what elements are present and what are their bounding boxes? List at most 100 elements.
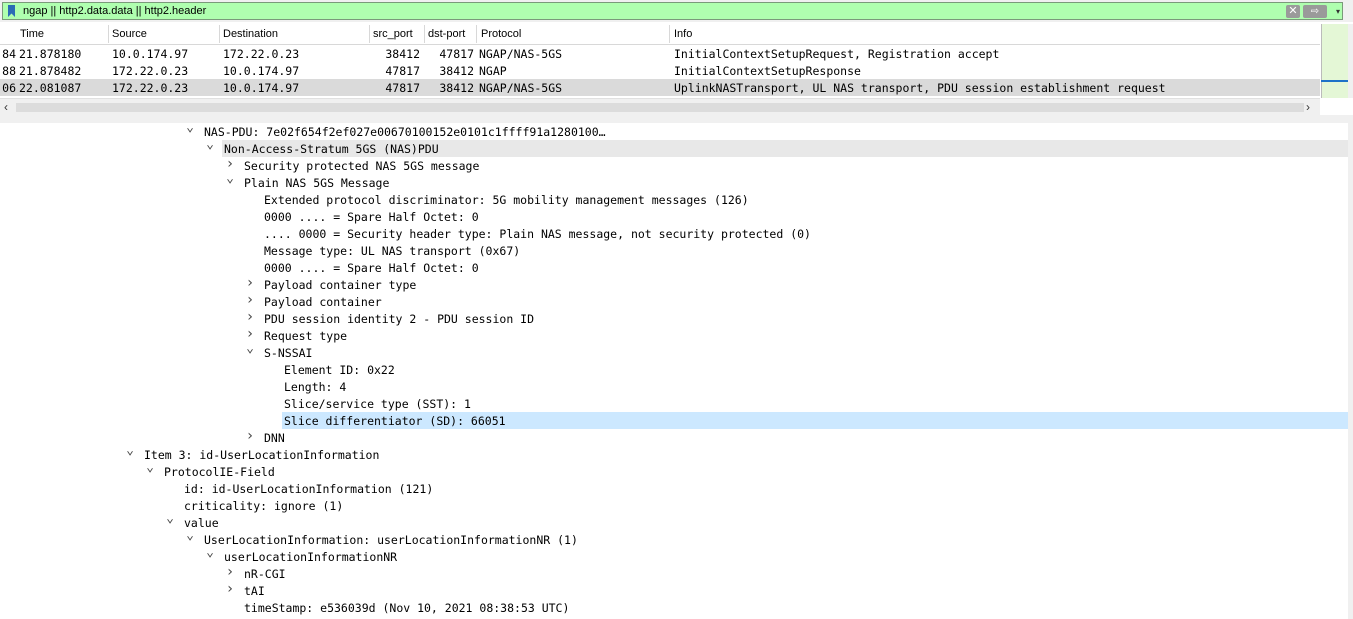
- tree-node-label: Payload container: [264, 295, 382, 309]
- collapsed-chevron-icon[interactable]: ›: [244, 428, 256, 444]
- tree-node-label: Request type: [264, 329, 348, 343]
- tree-node-label: criticality: ignore (1): [184, 499, 344, 513]
- expanded-chevron-icon[interactable]: ⌄: [244, 341, 256, 356]
- clear-filter-icon[interactable]: ✕: [1286, 5, 1300, 18]
- apply-filter-icon[interactable]: ⇨: [1303, 5, 1327, 18]
- expanded-chevron-icon[interactable]: ⌄: [164, 511, 176, 526]
- tree-node-label: NAS-PDU: 7e02f654f2ef027e00670100152e010…: [204, 125, 606, 139]
- column-header-time[interactable]: Time: [20, 28, 44, 40]
- tree-node-label: .... 0000 = Security header type: Plain …: [264, 227, 811, 241]
- packet-cell-dst-port: 47817: [439, 47, 474, 61]
- packet-cell-info: InitialContextSetupRequest, Registration…: [674, 47, 1000, 61]
- packet-cell-source: 10.0.174.97: [112, 47, 189, 61]
- expanded-chevron-icon[interactable]: ⌄: [124, 443, 136, 458]
- collapsed-chevron-icon[interactable]: ›: [224, 156, 236, 172]
- tree-node[interactable]: Extended protocol discriminator: 5G mobi…: [0, 191, 1348, 208]
- column-header-source[interactable]: Source: [112, 28, 147, 40]
- expanded-chevron-icon[interactable]: ⌄: [144, 460, 156, 475]
- column-separator[interactable]: [108, 25, 109, 43]
- tree-node-label: Plain NAS 5GS Message: [244, 176, 390, 190]
- tree-node[interactable]: ⌄ UserLocationInformation: userLocationIn…: [0, 528, 1348, 548]
- collapsed-chevron-icon[interactable]: ›: [224, 564, 236, 580]
- tree-node-label: DNN: [264, 431, 285, 445]
- tree-node[interactable]: Slice differentiator (SD): 66051: [282, 412, 1348, 429]
- tree-node[interactable]: 0000 .... = Spare Half Octet: 0: [0, 208, 1348, 225]
- tree-node[interactable]: ⌄ value: [0, 511, 1348, 531]
- tree-node[interactable]: ⌄ S-NSSAI: [0, 341, 1348, 361]
- tree-node-label: Length: 4: [284, 380, 347, 394]
- packet-cell-destination: 10.0.174.97: [223, 81, 300, 95]
- tree-node[interactable]: › DNN: [0, 428, 1348, 446]
- packet-row[interactable]: 06 22.081087 172.22.0.23 10.0.174.97 47817 38…: [0, 79, 1320, 96]
- packet-list-horizontal-scrollbar[interactable]: ‹ ›: [0, 98, 1320, 116]
- column-header-destination[interactable]: Destination: [223, 28, 278, 40]
- tree-node[interactable]: .... 0000 = Security header type: Plain …: [0, 225, 1348, 242]
- tree-node-label: userLocationInformationNR: [224, 550, 398, 564]
- column-header-info[interactable]: Info: [674, 28, 692, 40]
- packet-cell-protocol: NGAP/NAS-5GS: [479, 47, 563, 61]
- tree-node[interactable]: 0000 .... = Spare Half Octet: 0: [0, 259, 1348, 276]
- tree-node[interactable]: timeStamp: e536039d (Nov 10, 2021 08:38:…: [0, 599, 1348, 616]
- scrollbar-thumb[interactable]: [16, 103, 1304, 112]
- tree-node[interactable]: ⌄ NAS-PDU: 7e02f654f2ef027e00670100152e01…: [0, 123, 1348, 140]
- tree-node[interactable]: Element ID: 0x22: [0, 361, 1348, 378]
- column-separator[interactable]: [476, 25, 477, 43]
- packet-cell-src-port: 47817: [385, 64, 420, 78]
- display-filter-input[interactable]: ngap || http2.data.data || http2.header …: [2, 2, 1343, 20]
- column-header-src-port[interactable]: src_port: [373, 28, 413, 40]
- tree-node[interactable]: › tAI: [0, 581, 1348, 599]
- expanded-chevron-icon[interactable]: ⌄: [204, 545, 216, 560]
- column-separator[interactable]: [219, 25, 220, 43]
- tree-node[interactable]: Message type: UL NAS transport (0x67): [0, 242, 1348, 259]
- tree-node[interactable]: ⌄ userLocationInformationNR: [0, 545, 1348, 565]
- scroll-right-icon[interactable]: ›: [1306, 100, 1310, 114]
- tree-node[interactable]: ⌄ Non-Access-Stratum 5GS (NAS)PDU: [0, 137, 1348, 157]
- tree-node-label: PDU session identity 2 - PDU session ID: [264, 312, 535, 326]
- packet-row[interactable]: 88 21.878482 172.22.0.23 10.0.174.97 47817 38…: [0, 62, 1320, 79]
- tree-node[interactable]: Length: 4: [0, 378, 1348, 395]
- tree-node-label: UserLocationInformation: userLocationInf…: [204, 533, 578, 547]
- column-separator[interactable]: [669, 25, 670, 43]
- packet-cell-time: 22.081087: [19, 81, 82, 95]
- collapsed-chevron-icon[interactable]: ›: [244, 275, 256, 291]
- tree-node-label: Payload container type: [264, 278, 417, 292]
- packet-list-vertical-scrollbar[interactable]: [1348, 24, 1353, 98]
- expanded-chevron-icon[interactable]: ⌄: [184, 528, 196, 543]
- display-filter-toolbar: ngap || http2.data.data || http2.header …: [0, 0, 1353, 22]
- packet-cell-protocol: NGAP/NAS-5GS: [479, 81, 563, 95]
- tree-node[interactable]: criticality: ignore (1): [0, 497, 1348, 514]
- packet-list: Time Source Destination src_port dst-por…: [0, 24, 1353, 98]
- bookmark-icon[interactable]: [7, 5, 16, 17]
- expanded-chevron-icon[interactable]: ⌄: [184, 123, 196, 135]
- tree-node[interactable]: id: id-UserLocationInformation (121): [0, 480, 1348, 497]
- tree-node[interactable]: › Request type: [0, 326, 1348, 344]
- tree-node[interactable]: › Security protected NAS 5GS message: [0, 156, 1348, 174]
- expanded-chevron-icon[interactable]: ⌄: [204, 137, 216, 152]
- column-separator[interactable]: [369, 25, 370, 43]
- tree-node-label: Item 3: id-UserLocationInformation: [144, 448, 380, 462]
- scroll-left-icon[interactable]: ‹: [4, 100, 8, 114]
- packet-cell-no: 88: [2, 64, 16, 78]
- tree-node-label: Element ID: 0x22: [284, 363, 395, 377]
- tree-node[interactable]: ⌄ ProtocolIE-Field: [0, 460, 1348, 480]
- tree-node[interactable]: › Payload container type: [0, 275, 1348, 293]
- collapsed-chevron-icon[interactable]: ›: [244, 292, 256, 308]
- tree-node[interactable]: ⌄ Item 3: id-UserLocationInformation: [0, 443, 1348, 463]
- column-header-protocol[interactable]: Protocol: [481, 28, 521, 40]
- expanded-chevron-icon[interactable]: ⌄: [224, 171, 236, 186]
- details-vertical-scrollbar[interactable]: [1348, 123, 1353, 619]
- tree-node[interactable]: › Payload container: [0, 292, 1348, 310]
- collapsed-chevron-icon[interactable]: ›: [244, 309, 256, 325]
- tree-node[interactable]: ⌄ Plain NAS 5GS Message: [0, 171, 1348, 191]
- column-header-dst-port[interactable]: dst-port: [428, 28, 465, 40]
- packet-minimap[interactable]: [1321, 24, 1349, 98]
- filter-history-dropdown-icon[interactable]: ▾: [1332, 5, 1344, 19]
- collapsed-chevron-icon[interactable]: ›: [244, 326, 256, 342]
- collapsed-chevron-icon[interactable]: ›: [224, 581, 236, 597]
- column-separator[interactable]: [424, 25, 425, 43]
- tree-node-label: Message type: UL NAS transport (0x67): [264, 244, 521, 258]
- packet-row[interactable]: 84 21.878180 10.0.174.97 172.22.0.23 38412 47…: [0, 45, 1320, 62]
- tree-node[interactable]: › nR-CGI: [0, 564, 1348, 582]
- tree-node[interactable]: Slice/service type (SST): 1: [0, 395, 1348, 412]
- tree-node[interactable]: › PDU session identity 2 - PDU session ID: [0, 309, 1348, 327]
